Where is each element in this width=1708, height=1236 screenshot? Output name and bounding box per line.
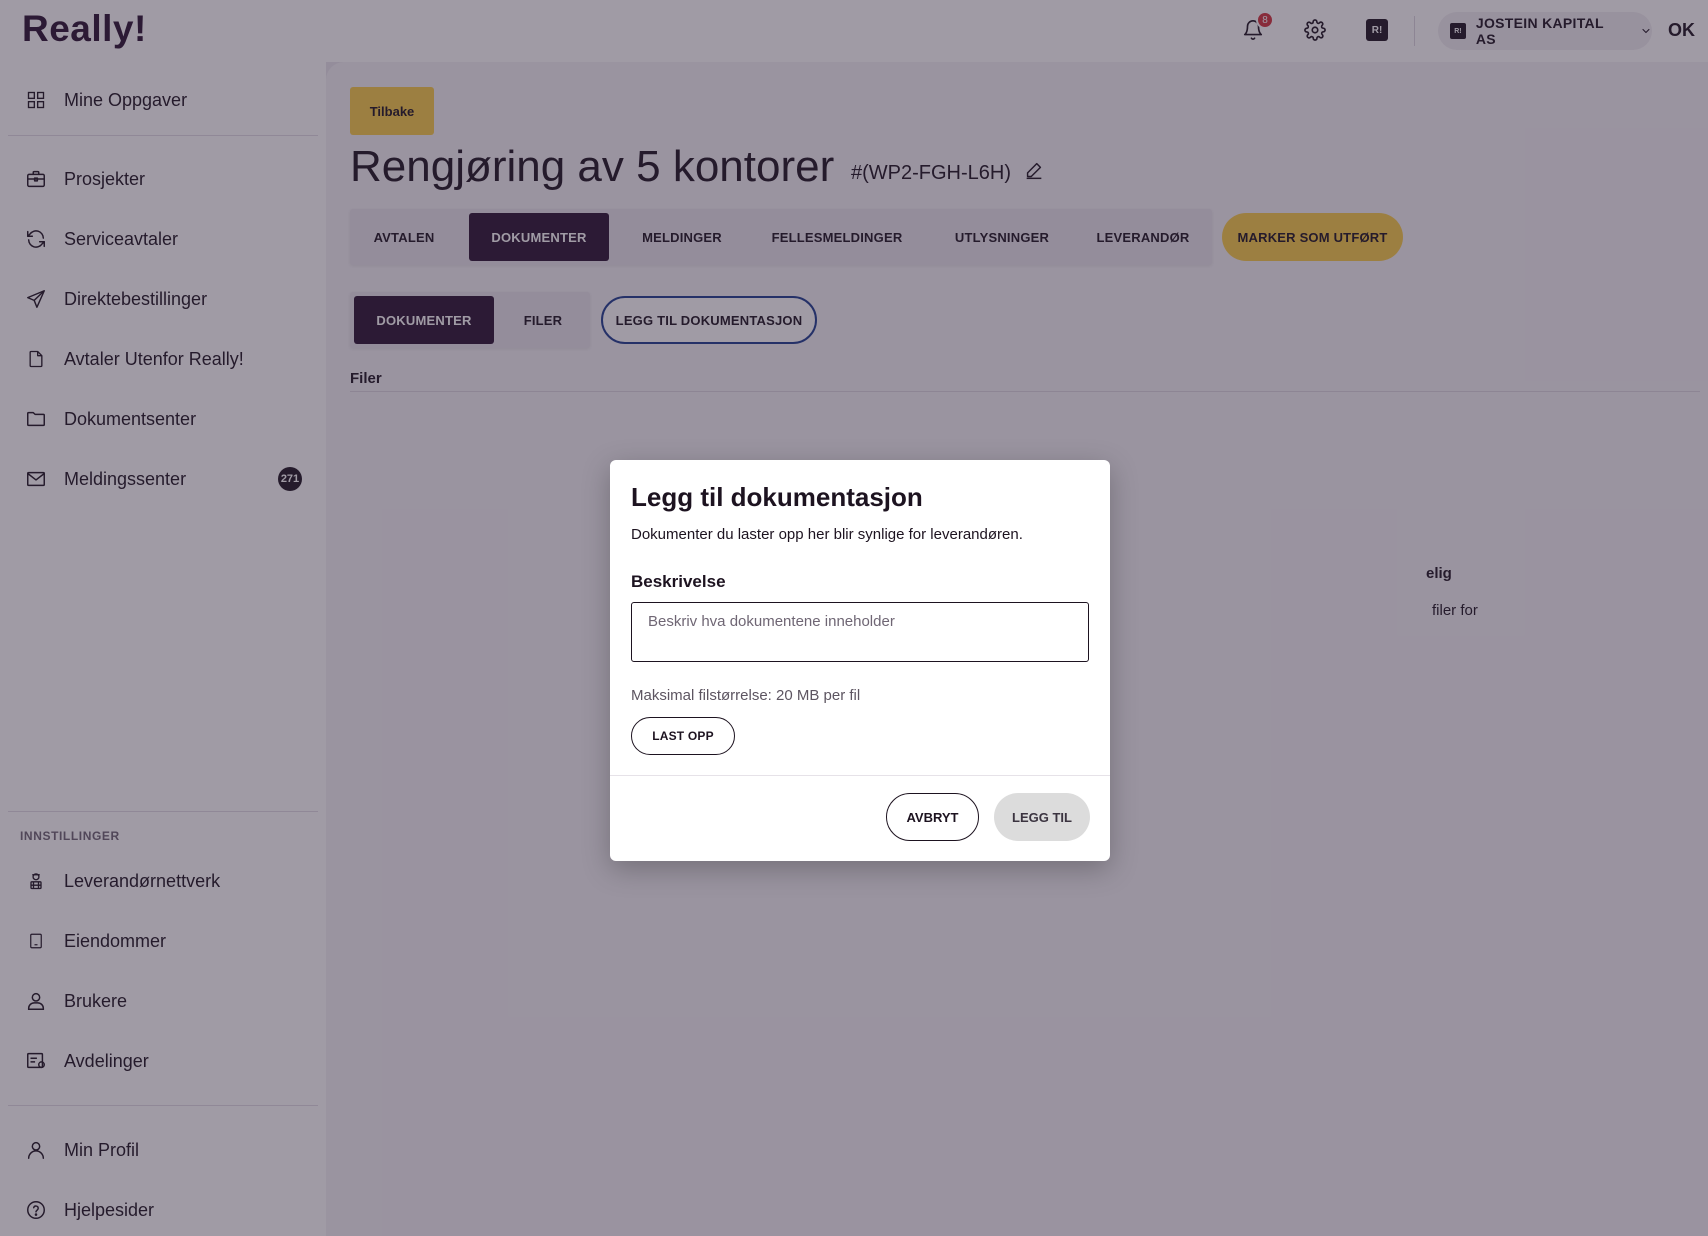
description-input[interactable] (631, 602, 1089, 662)
description-label: Beskrivelse (631, 572, 726, 591)
dialog-divider (610, 775, 1110, 776)
add-button[interactable]: LEGG TIL (994, 793, 1090, 841)
cancel-button[interactable]: AVBRYT (886, 793, 979, 841)
add-documentation-dialog: Legg til dokumentasjon Dokumenter du las… (610, 460, 1110, 861)
max-file-size-note: Maksimal filstørrelse: 20 MB per fil (631, 687, 861, 704)
upload-button[interactable]: LAST OPP (631, 717, 735, 755)
dialog-title: Legg til dokumentasjon (631, 482, 923, 512)
dialog-subtitle: Dokumenter du laster opp her blir synlig… (631, 526, 1023, 543)
